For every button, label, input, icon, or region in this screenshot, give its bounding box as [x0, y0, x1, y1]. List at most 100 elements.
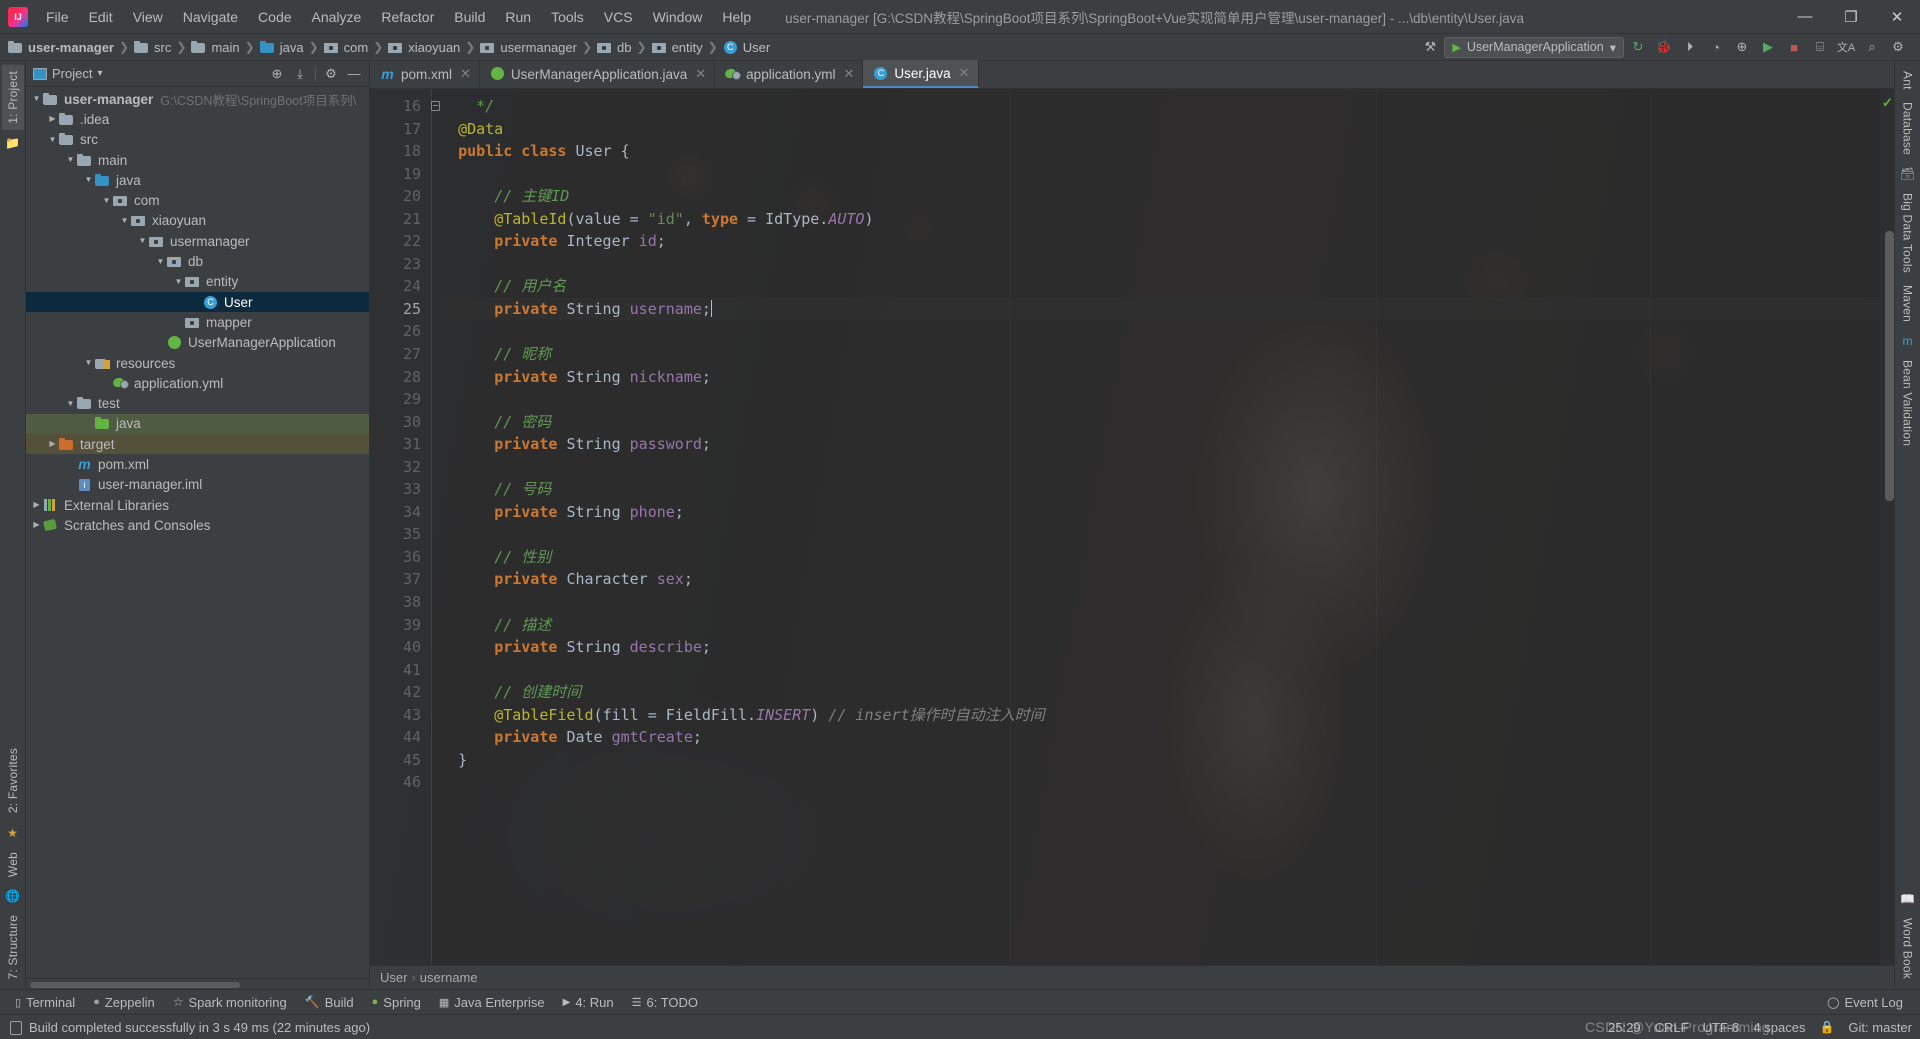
gutter-line-number[interactable]: 22	[370, 230, 431, 253]
expand-arrow-icon[interactable]: ▼	[118, 211, 131, 231]
expand-arrow-icon[interactable]: ▼	[30, 89, 43, 109]
gutter-line-number[interactable]: 36	[370, 546, 431, 569]
sidebar-tab-web[interactable]: Web	[2, 846, 24, 883]
tool-window-build[interactable]: 🔨 Build	[296, 992, 363, 1013]
code-line[interactable]	[440, 659, 1880, 682]
menu-item-file[interactable]: File	[36, 4, 79, 30]
project-panel-horizontal-scrollbar[interactable]	[26, 978, 369, 989]
tree-item-main[interactable]: ▼ main	[26, 150, 369, 170]
tool-window-run[interactable]: ▶ 4: Run	[554, 992, 623, 1013]
code-line[interactable]: */	[440, 95, 1880, 118]
gutter-line-number[interactable]: 44	[370, 726, 431, 749]
tree-item-user-manager-application[interactable]: UserManagerApplication	[26, 333, 369, 353]
lock-icon[interactable]: 🔒	[1819, 1020, 1834, 1034]
expand-arrow-icon[interactable]: ▼	[100, 191, 113, 211]
locate-target-icon[interactable]: ⊕	[266, 64, 288, 84]
run-configuration-selector[interactable]: ▶ UserManagerApplication ▾	[1444, 36, 1624, 58]
editor-tab-application-yml[interactable]: application.yml ✕	[715, 60, 864, 88]
code-line[interactable]	[440, 388, 1880, 411]
tree-item-xiaoyuan[interactable]: ▼ xiaoyuan	[26, 211, 369, 231]
minimize-button[interactable]: —	[1782, 0, 1828, 34]
gutter-line-number[interactable]: 18	[370, 140, 431, 163]
editor-breadcrumb-class[interactable]: User	[380, 970, 407, 985]
sidebar-tab-ant[interactable]: Ant	[1897, 65, 1919, 96]
expand-arrow-icon[interactable]: ▼	[64, 394, 77, 414]
gutter-line-number[interactable]: 16	[370, 95, 440, 118]
profile-icon[interactable]: ◔	[1704, 36, 1728, 58]
editor-gutter[interactable]: 16 17 18 19 20 21 22 23 24 25 26 27 28 29 30 31 32 33 34 35…	[370, 89, 440, 965]
breadcrumb-item-usermanager[interactable]: usermanager	[476, 39, 581, 56]
search-everywhere-icon[interactable]: ⌕	[1860, 36, 1884, 58]
code-line[interactable]: public class User {	[440, 140, 1880, 163]
code-line[interactable]: private String phone;	[440, 501, 1880, 524]
database-icon[interactable]: 🗃	[1899, 165, 1917, 183]
gutter-line-number[interactable]: 39	[370, 614, 431, 637]
close-button[interactable]: ✕	[1874, 0, 1920, 34]
code-line[interactable]: private String username;	[440, 297, 1880, 321]
tree-item-mapper[interactable]: mapper	[26, 312, 369, 332]
expand-arrow-icon[interactable]: ▼	[82, 170, 95, 190]
code-line[interactable]: @Data	[440, 118, 1880, 141]
gutter-line-number[interactable]: 35	[370, 523, 431, 546]
tool-window-event-log[interactable]: ◯ Event Log	[1818, 992, 1912, 1013]
editor-tab-user-java[interactable]: User.java ✕	[863, 60, 979, 88]
menu-item-analyze[interactable]: Analyze	[302, 4, 372, 30]
breadcrumb-item-main[interactable]: main	[187, 39, 243, 56]
breadcrumb-item-user-manager[interactable]: user-manager	[4, 39, 118, 56]
code-line[interactable]: @TableField(fill = FieldFill.INSERT) // …	[440, 704, 1880, 727]
code-line[interactable]	[440, 591, 1880, 614]
status-message[interactable]: Build completed successfully in 3 s 49 m…	[29, 1020, 370, 1035]
tree-item-entity[interactable]: ▼ entity	[26, 272, 369, 292]
editor-vertical-scrollbar[interactable]	[1885, 231, 1894, 501]
tree-item-application-yml[interactable]: application.yml	[26, 373, 369, 393]
tree-item-src[interactable]: ▼ src	[26, 130, 369, 150]
hide-panel-icon[interactable]: —	[343, 64, 365, 84]
gutter-line-number[interactable]: 30	[370, 411, 431, 434]
tree-item-pom-xml[interactable]: pom.xml	[26, 454, 369, 474]
breadcrumb-item-src[interactable]: src	[130, 39, 175, 56]
gutter-line-number[interactable]: 23	[370, 253, 431, 276]
tree-item-external-libraries[interactable]: ▶ External Libraries	[26, 495, 369, 515]
tree-item-user-manager-iml[interactable]: user-manager.iml	[26, 475, 369, 495]
gutter-line-number[interactable]: 25	[370, 298, 431, 321]
editor-code-content[interactable]: */ @Data public class User { // 主键ID @Ta…	[432, 89, 1880, 965]
tree-item-resources[interactable]: ▼ resources	[26, 353, 369, 373]
menu-item-tools[interactable]: Tools	[541, 4, 594, 30]
expand-arrow-icon[interactable]: ▶	[46, 109, 59, 129]
expand-arrow-icon[interactable]: ▼	[64, 150, 77, 170]
code-line[interactable]	[440, 320, 1880, 343]
expand-arrow-icon[interactable]: ▼	[136, 231, 149, 251]
expand-arrow-icon[interactable]: ▶	[30, 515, 43, 535]
gutter-line-number[interactable]: 31	[370, 433, 431, 456]
close-icon[interactable]: ✕	[460, 66, 471, 82]
settings-gear-icon[interactable]: ⚙	[320, 64, 342, 84]
menu-item-refactor[interactable]: Refactor	[371, 4, 444, 30]
gutter-line-number[interactable]: 19	[370, 163, 431, 186]
code-line[interactable]: // 用户名	[440, 275, 1880, 298]
menu-item-code[interactable]: Code	[248, 4, 301, 30]
sidebar-tab-maven[interactable]: Maven	[1897, 279, 1919, 328]
menu-item-help[interactable]: Help	[712, 4, 761, 30]
attach-process-icon[interactable]: ⊕	[1730, 36, 1754, 58]
editor-tab-user-manager-application-java[interactable]: UserManagerApplication.java ✕	[480, 60, 716, 88]
tree-item-user-class[interactable]: User	[26, 291, 369, 313]
code-line[interactable]: // 昵称	[440, 343, 1880, 366]
tool-window-todo[interactable]: ☰ 6: TODO	[623, 992, 707, 1013]
gutter-line-number[interactable]: 43	[370, 704, 431, 727]
gutter-line-number[interactable]: 34	[370, 501, 431, 524]
breadcrumb-item-user[interactable]: User	[719, 39, 774, 56]
maximize-button[interactable]: ❐	[1828, 0, 1874, 34]
debug-bug-icon[interactable]: 🐞	[1652, 36, 1676, 58]
editor-tab-pom-xml[interactable]: pom.xml ✕	[370, 60, 480, 88]
code-line[interactable]: // 描述	[440, 614, 1880, 637]
close-icon[interactable]: ✕	[959, 65, 970, 81]
code-line[interactable]: private Integer id;	[440, 230, 1880, 253]
code-line[interactable]	[440, 771, 1880, 794]
hammer-build-icon[interactable]: ⚒	[1418, 36, 1442, 58]
code-line[interactable]: // 创建时间	[440, 681, 1880, 704]
gutter-line-number[interactable]: 45	[370, 749, 431, 772]
expand-arrow-icon[interactable]: ▶	[46, 434, 59, 454]
gutter-line-number[interactable]: 37	[370, 568, 431, 591]
tree-item-scratches-and-consoles[interactable]: ▶ Scratches and Consoles	[26, 515, 369, 535]
menu-item-edit[interactable]: Edit	[79, 4, 123, 30]
